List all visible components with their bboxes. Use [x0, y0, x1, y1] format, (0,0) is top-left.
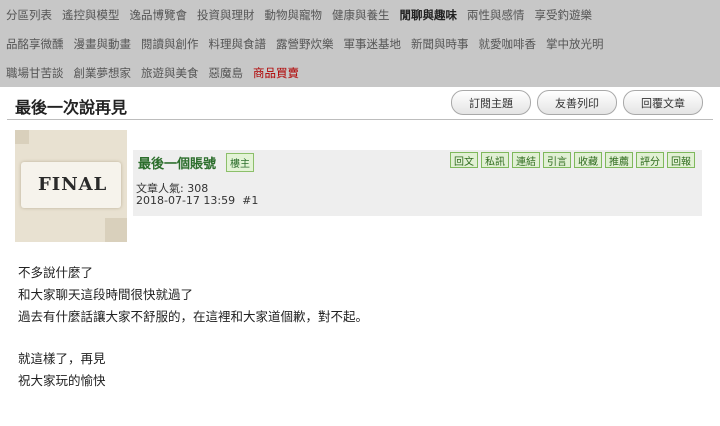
topic-title: 最後一次說再見: [15, 98, 128, 117]
reply-post-button[interactable]: 回覆文章: [623, 90, 703, 115]
category-link[interactable]: 漫畫與動畫: [69, 36, 137, 52]
author-name[interactable]: 最後一個賬號: [138, 153, 216, 172]
favorite-button[interactable]: 收藏: [574, 152, 602, 168]
link-button[interactable]: 連結: [512, 152, 540, 168]
category-link[interactable]: 惡魔島: [204, 65, 249, 81]
post-timestamp: 2018-07-17 13:59: [136, 194, 236, 207]
topic-title-bar: 最後一次說再見 訂閱主題 友善列印 回覆文章: [7, 87, 713, 120]
post-line: 不多說什麼了: [18, 265, 94, 280]
private-message-button[interactable]: 私訊: [481, 152, 509, 168]
category-link[interactable]: 享受釣遊樂: [530, 7, 598, 23]
category-link[interactable]: 閱讀與創作: [136, 36, 204, 52]
topic-actions: 訂閱主題 友善列印 回覆文章: [445, 90, 703, 115]
category-link[interactable]: 閒聊與趣味: [395, 7, 463, 23]
subscribe-topic-button[interactable]: 訂閱主題: [451, 90, 531, 115]
post-header: 最後一個賬號 樓主 文章人氣: 308 2018-07-17 13:59 #1 …: [133, 150, 702, 216]
post-line: 過去有什麼話讓大家不舒服的，在這裡和大家道個歉，對不起。: [18, 309, 369, 324]
post-line: 就這樣了，再見: [18, 351, 106, 366]
category-link[interactable]: 品酩享微醺: [0, 36, 69, 52]
category-row-3: 職場甘苦談 創業夢想家 旅遊與美食 惡魔島 商品買賣: [0, 58, 304, 87]
category-link[interactable]: 投資與理財: [192, 7, 260, 23]
paper-texture: [105, 218, 127, 242]
category-link[interactable]: 兩性與感情: [462, 7, 530, 23]
post-floor: #1: [242, 194, 259, 207]
paper-texture: [15, 130, 29, 144]
category-row-1: 分區列表 遙控與模型 逸品博覽會 投資與理財 動物與寵物 健康與養生 閒聊與趣味 兩性與感情享…: [0, 0, 597, 29]
print-friendly-button[interactable]: 友善列印: [537, 90, 617, 115]
op-badge: 樓主: [226, 153, 254, 172]
category-link[interactable]: 軍事迷基地: [339, 36, 407, 52]
category-link[interactable]: 掌中放光明: [541, 36, 609, 52]
rate-button[interactable]: 評分: [636, 152, 664, 168]
category-link[interactable]: 分區列表: [0, 7, 57, 23]
category-link[interactable]: 創業夢想家: [69, 65, 137, 81]
category-link[interactable]: 健康與養生: [327, 7, 395, 23]
post-actions: 回文 私訊 連結 引言 收藏 推薦 評分 回報: [447, 152, 695, 168]
report-button[interactable]: 回報: [667, 152, 695, 168]
category-link[interactable]: 就愛咖啡香: [474, 36, 542, 52]
post-line: 祝大家玩的愉快: [18, 373, 106, 388]
category-row-2: 品酩享微醺 漫畫與動畫 閱讀與創作 料理與食譜 露營野炊樂 軍事迷基地 新聞與時事 就愛咖啡香…: [0, 29, 609, 58]
post-line: 和大家聊天這段時間很快就過了: [18, 287, 194, 302]
category-link[interactable]: 商品買賣: [248, 65, 304, 81]
category-link[interactable]: 新聞與時事: [406, 36, 474, 52]
recommend-button[interactable]: 推薦: [605, 152, 633, 168]
category-link[interactable]: 料理與食譜: [204, 36, 272, 52]
category-link[interactable]: 動物與寵物: [260, 7, 328, 23]
final-text: FINAL: [38, 174, 108, 195]
quote-button[interactable]: 引言: [543, 152, 571, 168]
post-thumbnail-image: FINAL: [15, 130, 127, 242]
category-link[interactable]: 逸品博覽會: [125, 7, 193, 23]
post-meta-line: 2018-07-17 13:59 #1: [136, 194, 258, 207]
category-link[interactable]: 旅遊與美食: [136, 65, 204, 81]
post-content: 不多說什麼了 和大家聊天這段時間很快就過了 過去有什麼話讓大家不舒服的，在這裡和…: [18, 262, 368, 392]
category-link[interactable]: 遙控與模型: [57, 7, 125, 23]
reply-button[interactable]: 回文: [450, 152, 478, 168]
category-link[interactable]: 職場甘苦談: [0, 65, 69, 81]
category-link[interactable]: 露營野炊樂: [271, 36, 339, 52]
category-nav: 分區列表 遙控與模型 逸品博覽會 投資與理財 動物與寵物 健康與養生 閒聊與趣味 兩性與感情享…: [0, 0, 720, 87]
